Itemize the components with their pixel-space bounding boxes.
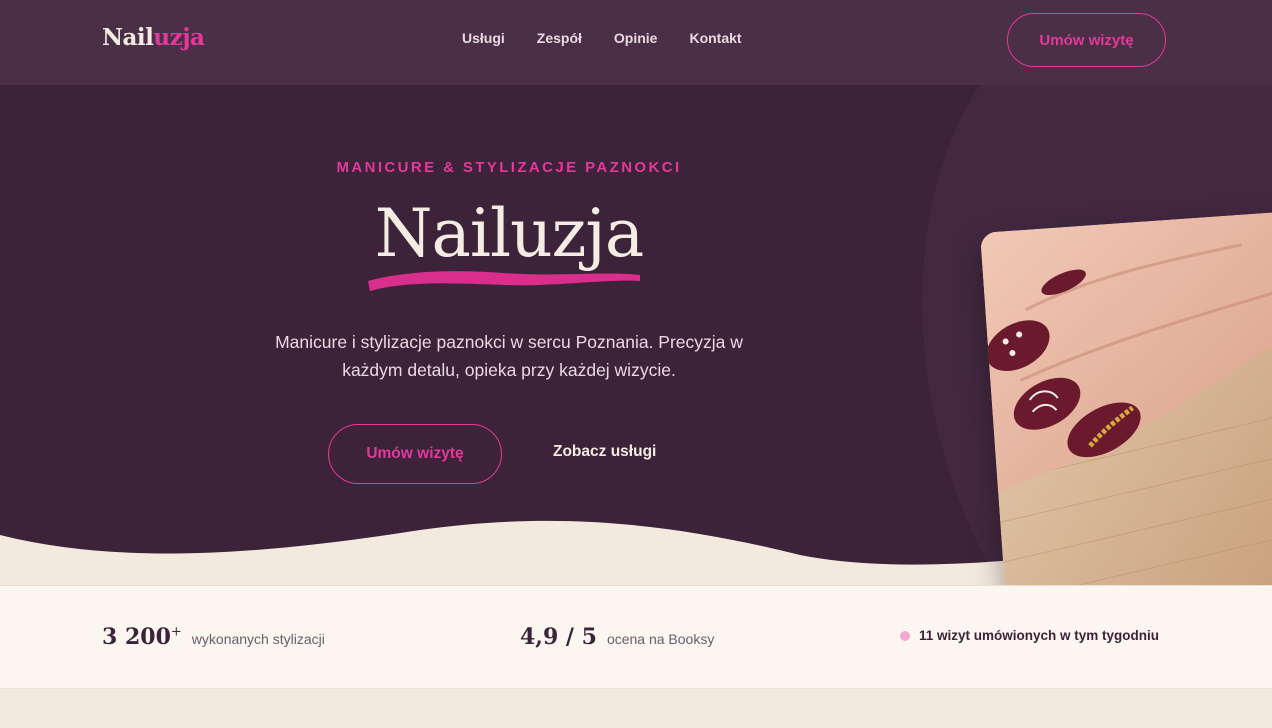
nav-item-kontakt[interactable]: Kontakt xyxy=(689,30,741,46)
site-header: Nailuzja Usługi Zespół Opinie Kontakt Um… xyxy=(0,0,1272,85)
hero-title: Nailuzja xyxy=(374,195,644,272)
stats-bar: 3 200+ wykonanych stylizacji 4,9 / 5 oce… xyxy=(0,585,1272,689)
stat-rating-value: 4,9 / 5 xyxy=(520,624,597,650)
hero-title-block: Nailuzja xyxy=(0,195,1018,305)
stat-rating-label: ocena na Booksy xyxy=(606,631,715,647)
live-dot-icon xyxy=(900,630,910,641)
brand-name-main: Nail xyxy=(102,24,154,51)
nav-item-uslugi[interactable]: Usługi xyxy=(462,30,505,46)
hero-eyebrow: MANICURE & STYLIZACJE PAZNOKCI xyxy=(336,159,682,176)
hero-subtitle: Manicure i stylizacje paznokci w sercu P… xyxy=(275,332,743,380)
nav-item-zespol[interactable]: Zespół xyxy=(537,30,582,46)
next-section-start xyxy=(0,689,1272,728)
stat-completed-value: 3 200+ xyxy=(102,624,182,650)
stat-weekly-bookings: 11 wizyt umówionych w tym tygodniu xyxy=(900,628,1159,643)
brand-logo[interactable]: Nailuzja xyxy=(102,24,205,51)
see-services-link[interactable]: Zobacz usługi xyxy=(553,443,656,461)
stat-completed-label: wykonanych stylizacji xyxy=(191,631,325,647)
stat-weekly-text: 11 wizyt umówionych w tym tygodniu xyxy=(919,628,1160,643)
header-book-button[interactable]: Umów wizytę xyxy=(1007,13,1166,67)
nav-item-opinie[interactable]: Opinie xyxy=(614,30,658,46)
stat-rating: 4,9 / 5 ocena na Booksy xyxy=(520,624,714,650)
main-nav: Usługi Zespół Opinie Kontakt xyxy=(462,30,774,46)
brand-name-accent: uzja xyxy=(153,24,205,51)
stat-completed: 3 200+ wykonanych stylizacji xyxy=(102,624,325,650)
nails-photo xyxy=(980,211,1272,585)
hero-section: MANICURE & STYLIZACJE PAZNOKCI Nailuzja … xyxy=(0,85,1272,585)
hero-book-button[interactable]: Umów wizytę xyxy=(328,424,502,484)
